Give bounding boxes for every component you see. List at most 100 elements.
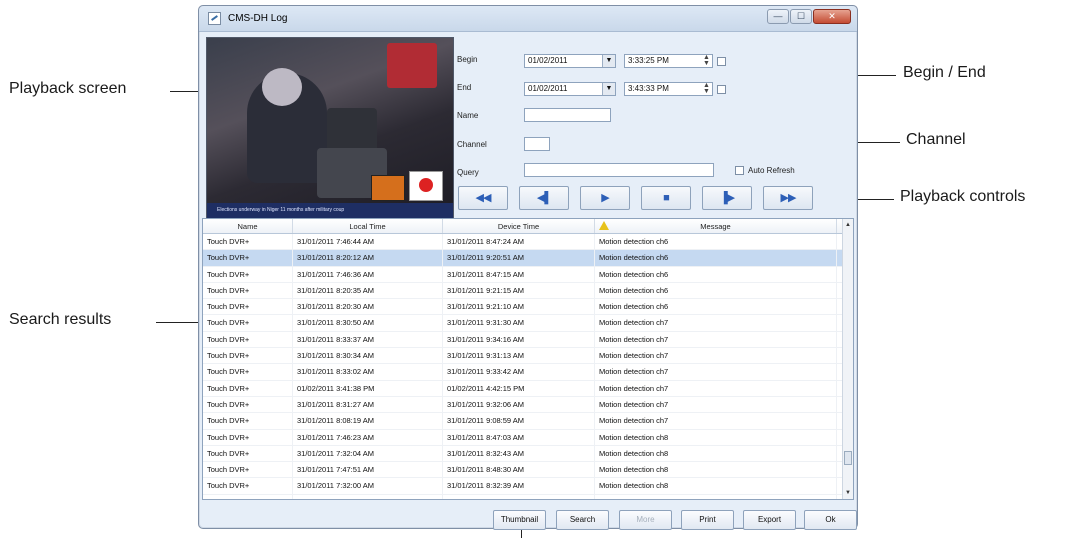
table-row[interactable]: Touch DVR+ 31/01/2011 7:32:00 AM 31/01/201… <box>203 478 853 495</box>
table-row[interactable]: Touch DVR+ 31/01/2011 8:33:37 AM 31/01/201… <box>203 331 853 349</box>
callout-playback-controls: Playback controls <box>900 188 1026 205</box>
ok-button[interactable]: Ok <box>804 510 857 530</box>
search-results-table[interactable]: Name Local Time Device Time Message Touc… <box>202 218 854 500</box>
table-cell: Motion detection ch7 <box>595 364 837 380</box>
channel-input[interactable] <box>524 137 550 151</box>
begin-time-input[interactable]: 3:33:25 PM ▲ ▼ <box>624 54 713 68</box>
table-cell: Motion detection ch6 <box>595 299 837 315</box>
playback-screen[interactable]: Elections underway in Niger 11 months af… <box>206 37 454 219</box>
column-header-device-time[interactable]: Device Time <box>443 219 595 233</box>
table-cell: 31/01/2011 8:30:50 AM <box>293 315 443 331</box>
spinner-icon[interactable]: ▲ ▼ <box>702 82 711 95</box>
table-cell: Touch DVR+ <box>203 299 293 315</box>
table-row[interactable]: Touch DVR+ 31/01/2011 7:32:04 AM 31/01/201… <box>203 445 853 463</box>
table-cell: 31/01/2011 8:32:39 AM <box>443 478 595 494</box>
table-cell: 31/01/2011 9:34:16 AM <box>443 331 595 348</box>
table-row[interactable]: Touch DVR+ 31/01/2011 8:20:12 AM 31/01/201… <box>203 250 853 267</box>
begin-date-value: 01/02/2011 <box>528 56 568 65</box>
table-cell: Touch DVR+ <box>203 364 293 380</box>
print-button[interactable]: Print <box>681 510 734 530</box>
table-row[interactable]: Touch DVR+ 01/02/2011 3:41:38 PM 01/02/201… <box>203 380 853 397</box>
table-row[interactable]: Touch DVR+ 31/01/2011 8:08:19 AM 31/01/201… <box>203 413 853 430</box>
table-row[interactable]: Touch DVR+ 31/01/2011 7:46:36 AM 31/01/201… <box>203 266 853 283</box>
table-cell: 31/01/2011 8:47:24 AM <box>443 234 595 250</box>
table-row[interactable]: Touch DVR+ 31/01/2011 8:33:02 AM 31/01/201… <box>203 364 853 381</box>
step-back-button[interactable]: ◀▌ <box>519 186 569 210</box>
minimize-button[interactable]: — <box>767 9 789 24</box>
scroll-up-icon[interactable]: ▲ <box>843 219 853 231</box>
table-cell: Touch DVR+ <box>203 250 293 266</box>
name-input[interactable] <box>524 108 611 122</box>
table-cell: 31/01/2011 7:46:23 AM <box>293 429 443 445</box>
export-button[interactable]: Export <box>743 510 796 530</box>
maximize-button[interactable]: ☐ <box>790 9 812 24</box>
table-row[interactable]: Touch DVR+ 31/01/2011 7:47:51 AM 31/01/201… <box>203 462 853 479</box>
end-date-select[interactable]: 01/02/2011 ▼ <box>524 82 616 96</box>
scrollbar-thumb[interactable] <box>844 451 852 465</box>
table-row[interactable]: Touch DVR+ 31/01/2011 8:30:34 AM 31/01/201… <box>203 348 853 365</box>
end-time-input[interactable]: 3:43:33 PM ▲ ▼ <box>624 82 713 96</box>
column-header-name[interactable]: Name <box>203 219 293 233</box>
table-cell: 31/01/2011 7:47:51 AM <box>293 462 443 478</box>
table-cell: 01/02/2011 3:41:38 PM <box>293 380 443 396</box>
table-cell: 31/01/2011 8:48:30 AM <box>443 462 595 478</box>
chevron-down-icon[interactable]: ▼ <box>602 83 615 95</box>
auto-refresh-checkbox[interactable] <box>735 166 744 175</box>
table-row[interactable]: Touch DVR+ 31/01/2011 8:20:35 AM 31/01/201… <box>203 282 853 300</box>
table-row[interactable]: Touch DVR+31/01/2011 10:02:56 AM31/01/20… <box>203 494 853 499</box>
table-cell: Motion detection ch8 <box>595 494 837 499</box>
table-cell: 31/01/2011 8:20:12 AM <box>293 250 443 266</box>
window-controls: — ☐ ✕ <box>767 9 851 24</box>
column-header-local-time[interactable]: Local Time <box>293 219 443 233</box>
end-label: End <box>457 83 472 92</box>
begin-enable-checkbox[interactable] <box>717 57 726 66</box>
step-forward-button[interactable]: ▐▶ <box>702 186 752 210</box>
table-cell: 31/01/2011 9:20:51 AM <box>443 250 595 266</box>
spinner-icon[interactable]: ▲ ▼ <box>702 54 711 67</box>
table-cell: Motion detection ch8 <box>595 478 837 494</box>
video-figure-head <box>262 68 302 106</box>
vertical-scrollbar[interactable]: ▲ ▼ <box>842 219 853 499</box>
title-bar[interactable]: CMS-DH Log — ☐ ✕ <box>199 6 857 32</box>
table-cell: 31/01/2011 7:32:04 AM <box>293 445 443 462</box>
table-cell: Touch DVR+ <box>203 413 293 429</box>
table-cell: Touch DVR+ <box>203 266 293 282</box>
table-cell: Motion detection ch7 <box>595 331 837 348</box>
begin-date-select[interactable]: 01/02/2011 ▼ <box>524 54 616 68</box>
play-button[interactable]: ▶ <box>580 186 630 210</box>
chevron-down-icon[interactable]: ▼ <box>602 55 615 67</box>
stop-button[interactable]: ■ <box>641 186 691 210</box>
table-row[interactable]: Touch DVR+ 31/01/2011 7:46:23 AM 31/01/201… <box>203 429 853 446</box>
close-button[interactable]: ✕ <box>813 9 851 24</box>
column-header-message[interactable]: Message <box>595 219 837 233</box>
table-cell: 31/01/2011 8:33:37 AM <box>293 331 443 348</box>
end-date-value: 01/02/2011 <box>528 84 568 93</box>
table-cell: Touch DVR+ <box>203 234 293 250</box>
video-news-ticker: Elections underway in Niger 11 months af… <box>207 203 453 218</box>
table-cell: Motion detection ch6 <box>595 234 837 250</box>
callout-begin-end: Begin / End <box>903 64 986 81</box>
table-cell: 31/01/2011 8:33:02 AM <box>293 364 443 380</box>
rewind-button[interactable]: ◀◀ <box>458 186 508 210</box>
thumbnail-button[interactable]: Thumbnail <box>493 510 546 530</box>
table-cell: 31/01/2011 8:47:15 AM <box>443 266 595 282</box>
table-cell: Motion detection ch8 <box>595 445 837 462</box>
table-cell: Touch DVR+ <box>203 348 293 364</box>
table-cell: 31/01/2011 10:02:56 AM <box>293 494 443 499</box>
more-button[interactable]: More <box>619 510 672 530</box>
table-cell: 31/01/2011 8:30:34 AM <box>293 348 443 364</box>
search-button[interactable]: Search <box>556 510 609 530</box>
table-row[interactable]: Touch DVR+ 31/01/2011 8:20:30 AM 31/01/201… <box>203 299 853 316</box>
scroll-down-icon[interactable]: ▼ <box>843 487 853 499</box>
table-row[interactable]: Touch DVR+ 31/01/2011 7:46:44 AM 31/01/201… <box>203 234 853 251</box>
begin-time-value: 3:33:25 PM <box>628 56 669 65</box>
fast-forward-button[interactable]: ▶▶ <box>763 186 813 210</box>
table-cell: 31/01/2011 9:32:06 AM <box>443 396 595 413</box>
end-enable-checkbox[interactable] <box>717 85 726 94</box>
table-cell: Touch DVR+ <box>203 380 293 396</box>
table-row[interactable]: Touch DVR+ 31/01/2011 8:30:50 AM 31/01/201… <box>203 315 853 332</box>
log-window: CMS-DH Log — ☐ ✕ Elections underway in N… <box>198 5 858 530</box>
query-input[interactable] <box>524 163 714 177</box>
table-row[interactable]: Touch DVR+ 31/01/2011 8:31:27 AM 31/01/201… <box>203 396 853 414</box>
callout-playback-screen: Playback screen <box>9 80 127 97</box>
